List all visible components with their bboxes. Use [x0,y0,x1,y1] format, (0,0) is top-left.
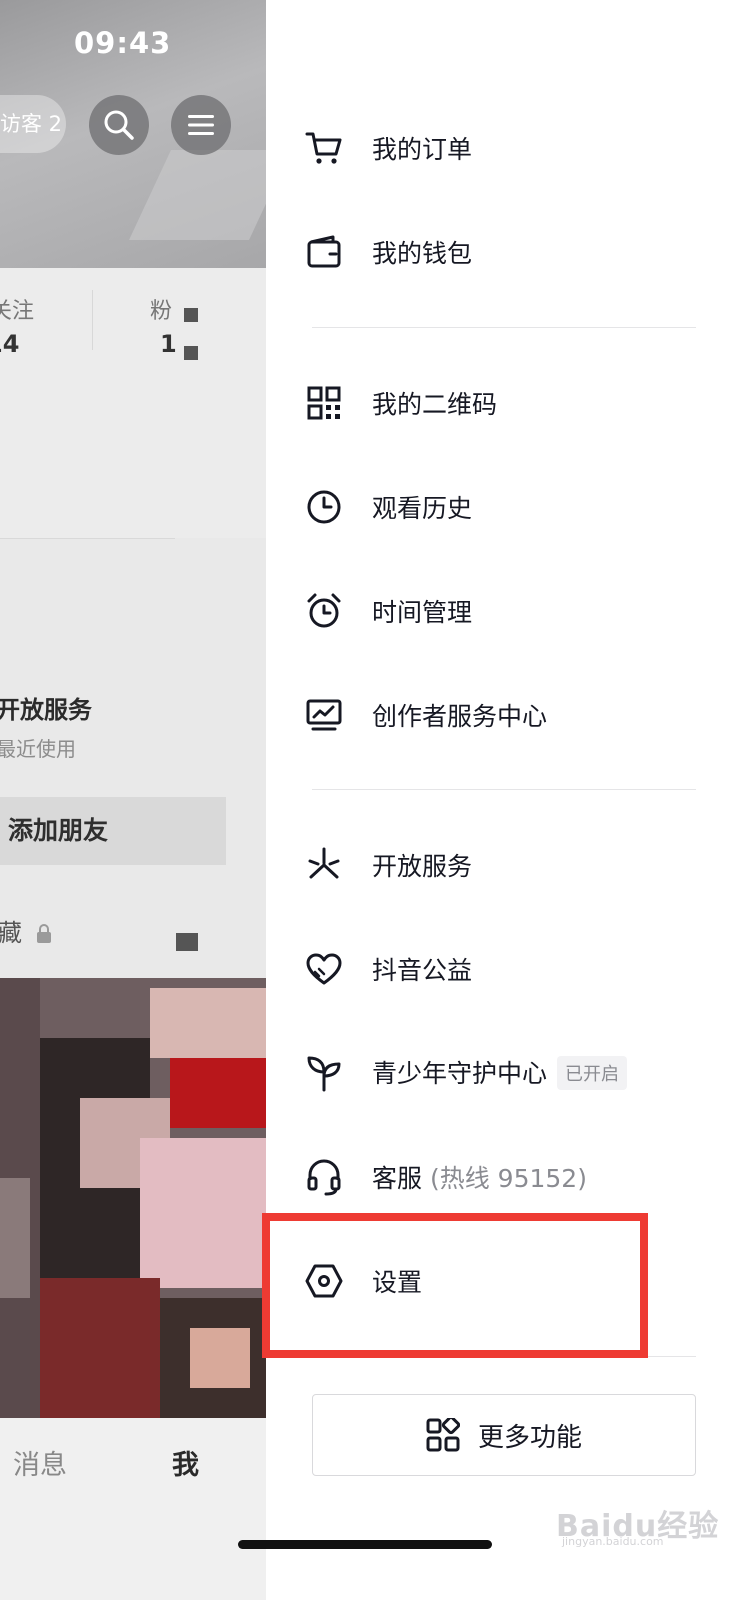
menu-item-customer-service[interactable]: 客服 (热线 95152) [266,1137,739,1217]
dim-overlay[interactable] [0,0,266,1600]
menu-item-label: 观看历史 [372,494,473,523]
heart-icon [304,949,344,989]
cart-icon [304,128,344,168]
settings-highlight-box [262,1213,648,1358]
status-badge: 已开启 [557,1056,628,1090]
menu-item-qr-code[interactable]: 我的二维码 [266,363,739,443]
menu-item-label: 我的钱包 [372,239,473,268]
menu-item-charity[interactable]: 抖音公益 [266,929,739,1009]
menu-item-watch-history[interactable]: 观看历史 [266,467,739,547]
menu-item-label: 青少年守护中心 [372,1059,548,1088]
qr-code-icon [304,383,344,423]
side-drawer: 我的订单 我的钱包 我的二维码 观看历史 时间管理 创作者服务中心 开放服务 抖… [266,0,739,1600]
menu-item-label: 开放服务 [372,852,473,881]
menu-divider [312,327,696,328]
watermark-url: jingyan.baidu.com [562,1535,664,1548]
menu-item-creator-center[interactable]: 创作者服务中心 [266,675,739,755]
alarm-icon [304,591,344,631]
menu-item-label: 我的二维码 [372,390,498,419]
sparkle-icon [304,845,344,885]
home-indicator[interactable] [238,1540,492,1549]
hotline-text: (热线 95152) [429,1164,587,1193]
menu-item-open-service[interactable]: 开放服务 [266,825,739,905]
sprout-icon [304,1053,344,1093]
clock-icon [304,487,344,527]
menu-item-label: 我的订单 [372,135,473,164]
more-features-label: 更多功能 [477,1422,582,1453]
chart-monitor-icon [304,695,344,735]
baidu-watermark: Baidu经验 jingyan.baidu.com [554,1497,724,1548]
menu-item-orders[interactable]: 我的订单 [266,108,739,188]
menu-item-time-management[interactable]: 时间管理 [266,571,739,651]
grid-apps-icon [426,1418,460,1452]
menu-item-label: 时间管理 [372,598,473,627]
menu-item-label: 创作者服务中心 [372,702,548,731]
menu-item-youth-protection[interactable]: 青少年守护中心 已开启 [266,1033,739,1113]
menu-item-label: 抖音公益 [372,956,473,985]
headset-icon [304,1157,344,1197]
background-app: 09:43 访客 2 关注 14 粉 1 开放服务 最近使用 添加朋友 藏 [0,0,266,1600]
menu-divider [312,789,696,790]
wallet-icon [304,232,344,272]
more-features-button[interactable]: 更多功能 [312,1394,696,1476]
menu-item-label: 客服 [372,1164,423,1193]
menu-item-wallet[interactable]: 我的钱包 [266,212,739,292]
